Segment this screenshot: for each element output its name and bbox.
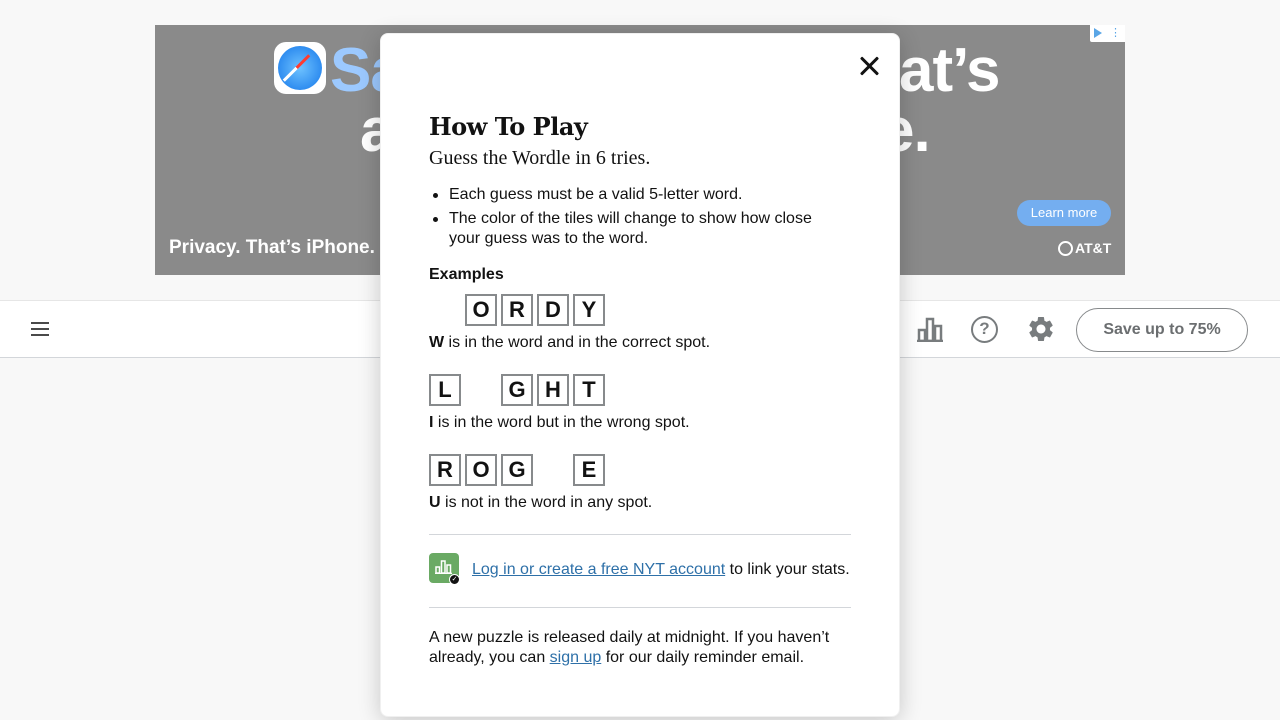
letter-tile: Y xyxy=(573,294,605,326)
ad-learn-more-button[interactable]: Learn more xyxy=(1017,200,1111,226)
att-globe-icon xyxy=(1058,241,1073,256)
letter-tile xyxy=(429,294,461,326)
example-letter: U xyxy=(429,494,441,511)
safari-icon xyxy=(274,42,326,94)
footer-text-suffix: for our daily reminder email. xyxy=(601,649,805,666)
letter-tile: G xyxy=(501,374,533,406)
adchoices-icon[interactable]: ⋮ xyxy=(1090,25,1125,42)
login-link[interactable]: Log in or create a free NYT account xyxy=(472,561,725,578)
example-description: I is in the word but in the wrong spot. xyxy=(429,414,690,432)
letter-tile xyxy=(465,374,497,406)
letter-tile: L xyxy=(429,374,461,406)
letter-tile: R xyxy=(429,454,461,486)
stats-icon: ✓ xyxy=(429,553,460,585)
rules-list: Each guess must be a valid 5-letter word… xyxy=(433,185,843,253)
ad-brand: AT&T xyxy=(1058,240,1111,256)
divider xyxy=(429,607,851,608)
example-letter: W xyxy=(429,334,445,351)
letter-tile: R xyxy=(501,294,533,326)
letter-tile: E xyxy=(573,454,605,486)
login-suffix: to link your stats. xyxy=(725,561,850,578)
example-description: W is in the word and in the correct spot… xyxy=(429,334,710,352)
daily-puzzle-note: A new puzzle is released daily at midnig… xyxy=(429,628,849,668)
bar-chart-icon xyxy=(435,560,452,574)
letter-tile xyxy=(537,454,569,486)
save-up-to-75-button[interactable]: Save up to 75% xyxy=(1076,308,1248,352)
rule-item: The color of the tiles will change to sh… xyxy=(433,209,843,249)
ad-brand-text: AT&T xyxy=(1075,240,1112,256)
sign-up-link[interactable]: sign up xyxy=(550,649,602,666)
letter-tile: O xyxy=(465,454,497,486)
modal-title: How To Play xyxy=(429,112,588,141)
rule-item: Each guess must be a valid 5-letter word… xyxy=(433,185,843,205)
stats-icon[interactable] xyxy=(916,316,944,342)
help-icon[interactable]: ? xyxy=(971,316,998,343)
close-icon[interactable] xyxy=(859,55,881,77)
example-text: is not in the word in any spot. xyxy=(440,494,653,511)
menu-icon[interactable] xyxy=(31,322,49,336)
gear-icon[interactable] xyxy=(1026,314,1056,344)
letter-tile: T xyxy=(573,374,605,406)
ad-privacy-text: Privacy. That’s iPhone. xyxy=(169,237,375,258)
example-description: U is not in the word in any spot. xyxy=(429,494,652,512)
check-icon: ✓ xyxy=(449,574,460,585)
letter-tile: H xyxy=(537,374,569,406)
ad-privacy-tagline: Privacy. That’s iPhone. xyxy=(169,237,375,259)
how-to-play-modal: How To Play Guess the Wordle in 6 tries.… xyxy=(380,33,900,717)
divider xyxy=(429,534,851,535)
examples-heading: Examples xyxy=(429,266,504,283)
example-text: is in the word and in the correct spot. xyxy=(444,334,711,351)
login-prompt: Log in or create a free NYT account to l… xyxy=(472,561,850,579)
letter-tile: G xyxy=(501,454,533,486)
example-text: is in the word but in the wrong spot. xyxy=(433,414,690,431)
modal-subtitle: Guess the Wordle in 6 tries. xyxy=(429,147,651,169)
letter-tile: O xyxy=(465,294,497,326)
letter-tile: D xyxy=(537,294,569,326)
